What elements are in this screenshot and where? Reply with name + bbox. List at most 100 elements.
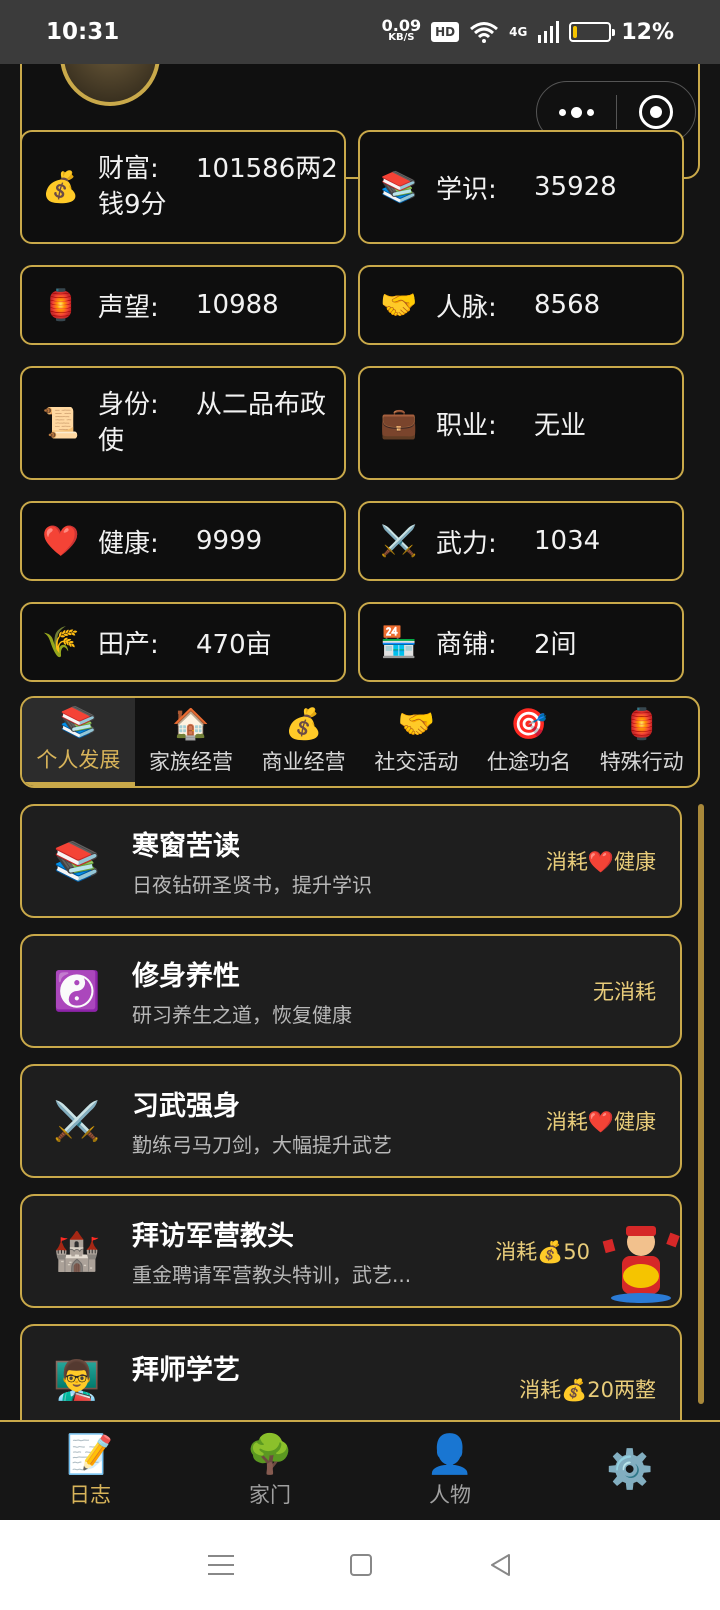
crossed-swords-icon: ⚔️ (380, 523, 418, 559)
teacher-icon: 👨‍🏫 (53, 1358, 101, 1402)
stat-identity-text: 身份: 从二品布政使 (98, 387, 338, 459)
tab-personal-development[interactable]: 📚 个人发展 (22, 698, 135, 786)
stat-martial-label: 武力: (436, 528, 497, 559)
rice-icon: 🌾 (42, 624, 80, 660)
hd-icon: HD (431, 22, 460, 42)
stat-connections-value: 8568 (534, 290, 601, 320)
store-icon: 🏪 (380, 624, 418, 660)
avatar[interactable] (60, 64, 160, 106)
tab-social[interactable]: 🤝 社交活动 (360, 698, 473, 786)
action-cost: 无消耗 (593, 980, 656, 1004)
battery-percent: 12% (621, 19, 674, 45)
signal-icon (538, 21, 560, 43)
stat-wealth-label: 财富: (98, 154, 159, 184)
tab-label: 商业经营 (261, 750, 346, 774)
stat-connections: 🤝 人脉: 8568 (358, 265, 684, 345)
stat-identity-label: 身份: (98, 390, 159, 420)
action-study[interactable]: 📚 寒窗苦读 日夜钻研圣贤书，提升学识 消耗❤️健康 (20, 804, 682, 918)
stat-shops: 🏪 商铺: 2间 (358, 602, 684, 682)
menu-icon[interactable] (208, 1555, 234, 1575)
nav-log[interactable]: 📝 日志 (0, 1422, 180, 1520)
tab-business[interactable]: 💰 商业经营 (247, 698, 360, 786)
category-tabs: 📚 个人发展 🏠 家族经营 💰 商业经营 🤝 社交活动 🎯 仕途功名 🏮 特殊行… (20, 696, 700, 788)
money-bag-icon: 💰 (42, 169, 80, 205)
lantern-icon: 🏮 (42, 287, 80, 323)
tab-label: 家族经营 (149, 750, 233, 774)
stat-shops-label: 商铺: (436, 629, 497, 660)
tab-label: 特殊行动 (599, 750, 684, 774)
stat-farmland: 🌾 田产: 470亩 (20, 602, 346, 682)
action-cultivate[interactable]: ☯️ 修身养性 研习养生之道，恢复健康 无消耗 (20, 934, 682, 1048)
stat-health-label: 健康: (98, 528, 159, 559)
action-martial-training[interactable]: ⚔️ 习武强身 勤练弓马刀剑，大幅提升武艺 消耗❤️健康 (20, 1064, 682, 1178)
nav-settings[interactable]: ⚙️ (540, 1422, 720, 1520)
action-title: 习武强身 (132, 1091, 240, 1122)
action-text: 寒窗苦读 日夜钻研圣贤书，提升学识 (132, 824, 546, 898)
action-desc: 重金聘请军营教头特训，武艺... (132, 1263, 412, 1287)
handshake-icon: 🤝 (397, 707, 436, 742)
stat-farmland-value: 470亩 (196, 629, 272, 660)
yin-yang-icon: ☯️ (53, 968, 101, 1013)
tab-career[interactable]: 🎯 仕途功名 (473, 698, 586, 786)
tab-family-management[interactable]: 🏠 家族经营 (135, 698, 248, 786)
fortune-mascot-icon[interactable] (596, 1224, 686, 1304)
action-title: 修身养性 (132, 961, 240, 992)
stat-knowledge: 📚 学识: 35928 (358, 130, 684, 244)
action-text: 修身养性 研习养生之道，恢复健康 (132, 954, 593, 1028)
stat-reputation-label: 声望: (98, 292, 159, 323)
stat-reputation: 🏮 声望: 10988 (20, 265, 346, 345)
action-text: 习武强身 勤练弓马刀剑，大幅提升武艺 (132, 1084, 546, 1158)
tab-label: 仕途功名 (487, 750, 572, 774)
action-text: 拜师学艺 (132, 1348, 519, 1393)
money-bag-icon: 💰 (285, 707, 323, 742)
person-icon: 👤 (426, 1432, 474, 1476)
castle-icon: 🏰 (53, 1228, 101, 1273)
books-icon: 📚 (59, 705, 98, 740)
stat-health-value: 9999 (196, 526, 263, 556)
house-icon: 🏠 (172, 707, 210, 742)
action-cost: 消耗❤️健康 (545, 850, 656, 874)
status-bar: 10:31 0.09 KB/S HD 4G 12% (0, 0, 720, 64)
books-icon: 📚 (380, 169, 418, 205)
crossed-swords-icon: ⚔️ (53, 1098, 101, 1143)
heart-icon: ❤️ (42, 523, 80, 559)
nav-family[interactable]: 🌳 家门 (180, 1422, 360, 1520)
action-title: 拜访军营教头 (132, 1221, 294, 1252)
action-apprentice[interactable]: 👨‍🏫 拜师学艺 消耗💰20两整 (20, 1324, 682, 1420)
stat-reputation-value: 10988 (196, 290, 279, 320)
gear-icon: ⚙️ (606, 1447, 654, 1491)
net-speed-value: 0.09 (381, 16, 422, 35)
action-title: 寒窗苦读 (132, 831, 240, 862)
stat-knowledge-value: 35928 (534, 172, 617, 202)
scrollbar[interactable] (698, 804, 704, 1404)
back-icon[interactable] (488, 1552, 512, 1578)
wifi-icon (470, 22, 499, 43)
memo-icon: 📝 (66, 1432, 114, 1476)
more-icon (558, 106, 594, 118)
action-desc: 勤练弓马刀剑，大幅提升武艺 (132, 1133, 392, 1157)
books-icon: 📚 (53, 838, 101, 883)
tab-special[interactable]: 🏮 特殊行动 (585, 698, 698, 786)
stat-martial: ⚔️ 武力: 1034 (358, 501, 684, 581)
action-visit-instructor[interactable]: 🏰 拜访军营教头 重金聘请军营教头特训，武艺... 消耗💰50 (20, 1194, 682, 1308)
stat-occupation: 💼 职业: 无业 (358, 366, 684, 480)
status-icons: 0.09 KB/S HD 4G 12% (381, 16, 674, 45)
stat-shops-value: 2间 (534, 629, 577, 660)
stat-farmland-label: 田产: (98, 629, 159, 660)
nav-label: 日志 (69, 1483, 111, 1507)
stat-wealth-text: 财富: 101586两2钱9分 (98, 151, 338, 223)
battery-fill (573, 26, 578, 38)
stat-health: ❤️ 健康: 9999 (20, 501, 346, 581)
stat-knowledge-label: 学识: (436, 174, 497, 205)
home-icon[interactable] (350, 1554, 372, 1576)
net-speed-unit: KB/S (388, 32, 415, 43)
action-text: 拜访军营教头 重金聘请军营教头特训，武艺... (132, 1214, 495, 1288)
action-desc: 日夜钻研圣贤书，提升学识 (132, 873, 372, 897)
action-cost: 消耗❤️健康 (545, 1110, 656, 1134)
action-desc: 研习养生之道，恢复健康 (132, 1003, 352, 1027)
briefcase-icon: 💼 (380, 405, 418, 441)
bottom-nav: 📝 日志 🌳 家门 👤 人物 ⚙️ (0, 1420, 720, 1520)
target-icon (638, 95, 673, 129)
handshake-icon: 🤝 (380, 287, 418, 323)
nav-character[interactable]: 👤 人物 (360, 1422, 540, 1520)
